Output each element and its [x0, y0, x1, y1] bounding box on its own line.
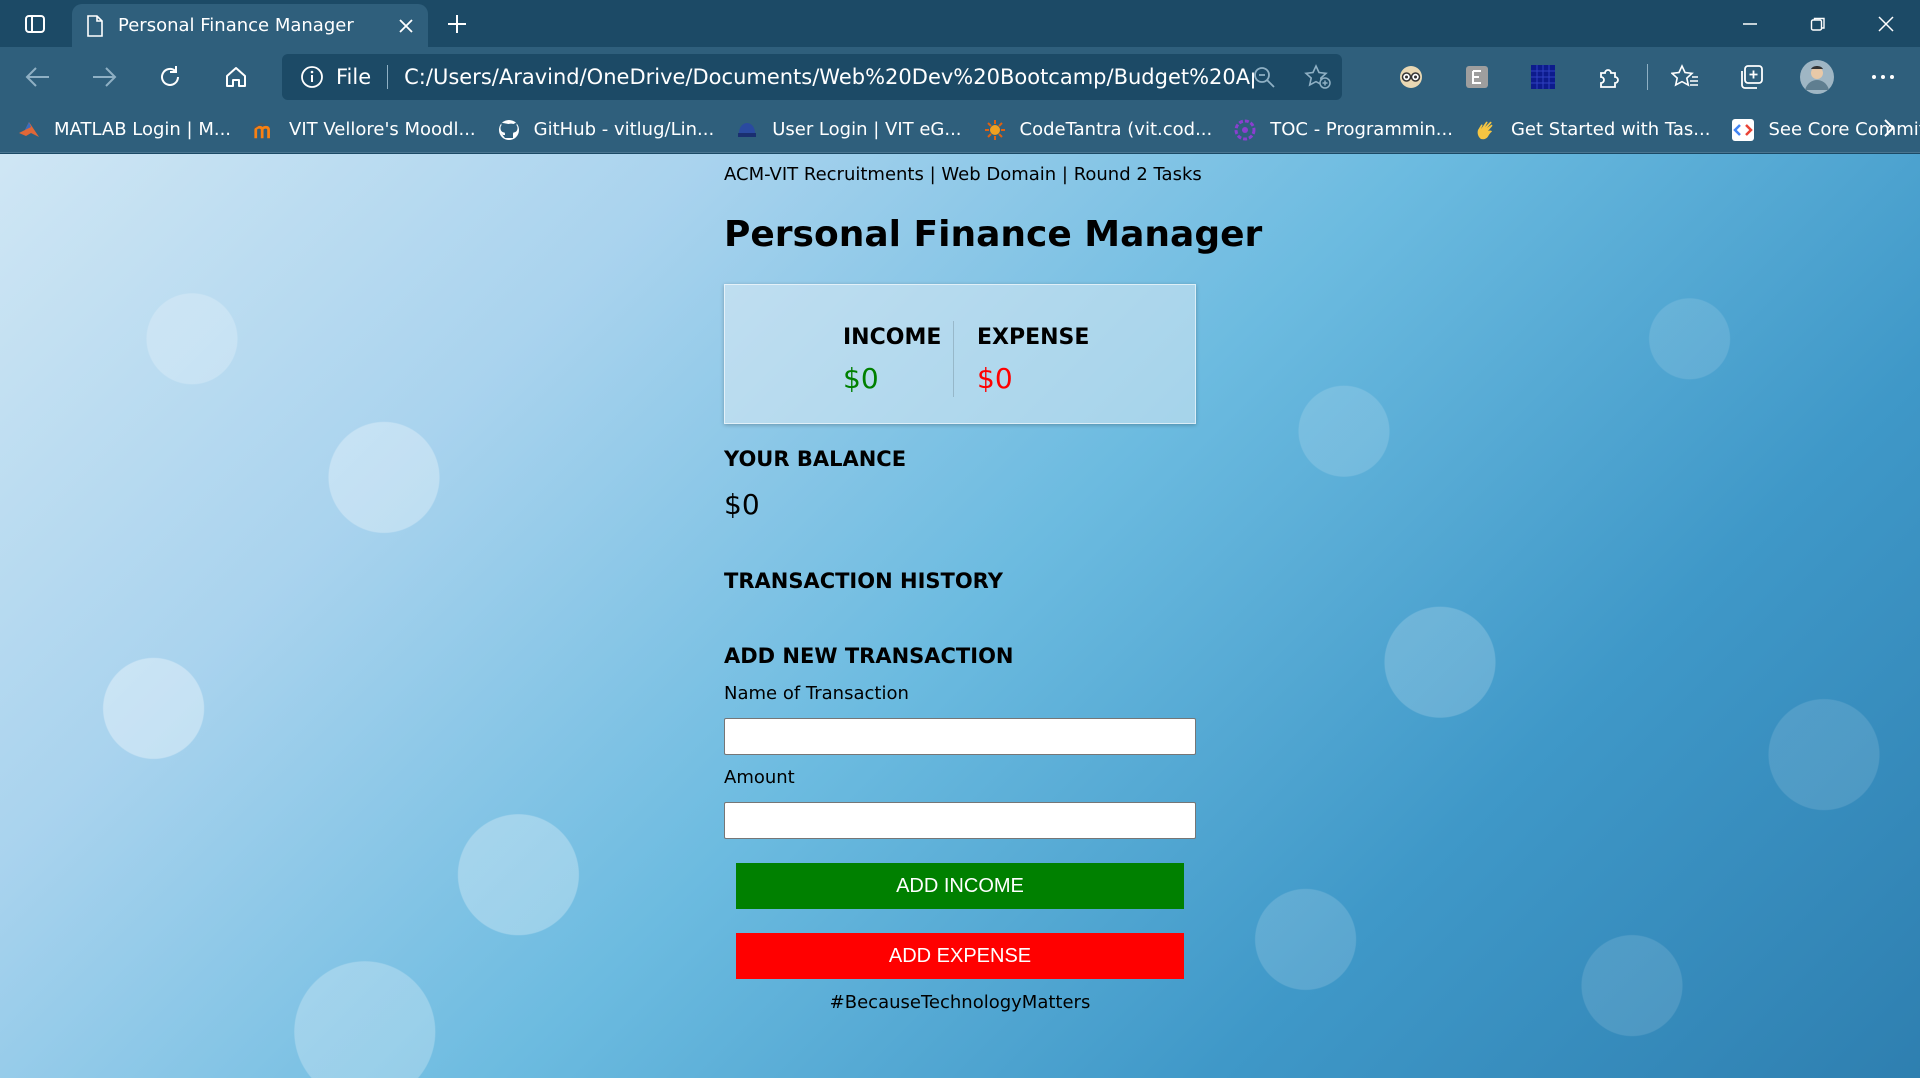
restore-icon — [1810, 17, 1825, 31]
add-expense-button[interactable]: ADD EXPENSE — [736, 933, 1184, 979]
tab-title: Personal Finance Manager — [118, 15, 354, 36]
add-income-button[interactable]: ADD INCOME — [736, 863, 1184, 909]
bookmark-moodle[interactable]: VIT Vellore's Moodl... — [253, 119, 476, 141]
add-favorite-icon[interactable] — [1304, 64, 1332, 90]
info-icon — [301, 66, 323, 88]
summary-divider — [953, 321, 954, 397]
bookmarks-bar: MATLAB Login | M... VIT Vellore's Moodl.… — [0, 107, 1920, 153]
bookmark-get-started[interactable]: Get Started with Tas... — [1475, 119, 1711, 141]
minimize-icon — [1743, 22, 1757, 25]
tab-actions-button[interactable] — [0, 0, 70, 47]
refresh-icon — [161, 66, 179, 86]
back-arrow-icon — [25, 67, 49, 87]
browser-toolbar: File C:/Users/Aravind/OneDrive/Documents… — [0, 47, 1920, 107]
collections-icon — [1741, 65, 1763, 89]
add-transaction-heading: ADD NEW TRANSACTION — [724, 644, 1014, 668]
toc-icon — [1234, 119, 1256, 141]
extension-button[interactable] — [1510, 47, 1576, 107]
expense-summary: EXPENSE $0 — [977, 325, 1089, 395]
footer-hashtag: #BecauseTechnologyMatters — [829, 992, 1091, 1013]
forward-button[interactable] — [76, 53, 132, 101]
refresh-button[interactable] — [142, 53, 198, 101]
income-value: $0 — [843, 362, 879, 395]
vit-icon — [736, 119, 758, 141]
bookmark-github[interactable]: GitHub - vitlug/Lin... — [498, 119, 715, 141]
income-label: INCOME — [843, 325, 942, 350]
bookmark-vit-egov[interactable]: User Login | VIT eG... — [736, 119, 962, 141]
protocol-label: File — [336, 65, 372, 89]
transaction-name-label: Name of Transaction — [724, 683, 909, 704]
amount-input[interactable] — [724, 802, 1196, 839]
matlab-icon — [18, 119, 40, 141]
url-text[interactable]: C:/Users/Aravind/OneDrive/Documents/Web%… — [404, 65, 1254, 89]
code-icon — [1732, 118, 1755, 141]
address-separator — [387, 65, 389, 89]
bookmark-label: GitHub - vitlug/Lin... — [533, 119, 715, 140]
bookmark-label: VIT Vellore's Moodl... — [289, 119, 476, 140]
settings-more-button[interactable] — [1850, 47, 1916, 107]
expense-value: $0 — [977, 362, 1013, 395]
more-icon — [1872, 75, 1894, 79]
bookmark-label: Get Started with Tas... — [1510, 119, 1711, 140]
transaction-name-input[interactable] — [724, 718, 1196, 755]
github-icon — [498, 119, 520, 141]
balance-label: YOUR BALANCE — [724, 447, 907, 471]
minimize-button[interactable] — [1716, 0, 1784, 47]
home-icon — [226, 67, 246, 87]
toolbar-extensions — [1378, 47, 1916, 107]
extension-button[interactable] — [1378, 47, 1444, 107]
favorites-icon — [1671, 64, 1698, 87]
expense-label: EXPENSE — [977, 325, 1090, 350]
browser-title-bar: Personal Finance Manager — [0, 0, 1920, 47]
plus-icon — [448, 15, 466, 33]
bookmark-label: User Login | VIT eG... — [772, 119, 962, 140]
grid-extension-icon — [1531, 65, 1555, 89]
extensions-button[interactable] — [1576, 47, 1642, 107]
bookmark-label: MATLAB Login | M... — [54, 119, 232, 140]
chevron-right-icon — [1884, 119, 1895, 137]
favorites-button[interactable] — [1652, 47, 1718, 107]
avatar — [1800, 60, 1834, 94]
toolbar-divider — [1642, 47, 1652, 107]
wave-hand-icon — [1475, 119, 1497, 141]
back-button[interactable] — [10, 53, 66, 101]
collections-button[interactable] — [1718, 47, 1784, 107]
extension-button[interactable] — [1444, 47, 1510, 107]
bookmark-label: See Core Committe... — [1768, 119, 1920, 140]
bookmarks-overflow-button[interactable] — [1882, 117, 1896, 139]
balance-value: $0 — [724, 488, 760, 521]
page-title: Personal Finance Manager — [724, 214, 1263, 255]
window-controls — [1716, 0, 1920, 47]
puzzle-icon — [1600, 69, 1619, 88]
profile-button[interactable] — [1784, 47, 1850, 107]
close-window-button[interactable] — [1852, 0, 1920, 47]
transaction-history-heading: TRANSACTION HISTORY — [724, 569, 1003, 593]
zoom-icon[interactable] — [1252, 65, 1276, 89]
close-icon — [1878, 15, 1894, 32]
address-bar[interactable]: File C:/Users/Aravind/OneDrive/Documents… — [282, 54, 1342, 100]
page-subtitle: ACM-VIT Recruitments | Web Domain | Roun… — [724, 164, 1202, 185]
bookmark-toc[interactable]: TOC - Programmin... — [1234, 119, 1453, 141]
codetantra-icon — [984, 119, 1006, 141]
close-tab-icon[interactable] — [398, 18, 414, 34]
restore-button[interactable] — [1784, 0, 1852, 47]
new-tab-button[interactable] — [440, 8, 474, 40]
address-actions — [1252, 54, 1332, 100]
home-button[interactable] — [208, 53, 264, 101]
amount-label: Amount — [724, 767, 795, 788]
forward-arrow-icon — [93, 67, 117, 87]
bookmark-matlab[interactable]: MATLAB Login | M... — [18, 119, 231, 141]
glasses-extension-icon — [1400, 66, 1422, 88]
page-icon — [87, 14, 103, 37]
bookmark-codetantra[interactable]: CodeTantra (vit.cod... — [984, 119, 1213, 141]
bookmark-label: TOC - Programmin... — [1270, 119, 1453, 140]
browser-tab[interactable]: Personal Finance Manager — [72, 4, 428, 47]
tab-actions-icon — [25, 14, 45, 33]
page-viewport: ACM-VIT Recruitments | Web Domain | Roun… — [0, 154, 1920, 1078]
bookmark-label: CodeTantra (vit.cod... — [1019, 119, 1213, 140]
moodle-icon — [253, 119, 275, 141]
income-expense-card: INCOME $0 EXPENSE $0 — [724, 284, 1196, 424]
e-extension-icon — [1466, 66, 1488, 88]
income-summary: INCOME $0 — [843, 325, 941, 395]
